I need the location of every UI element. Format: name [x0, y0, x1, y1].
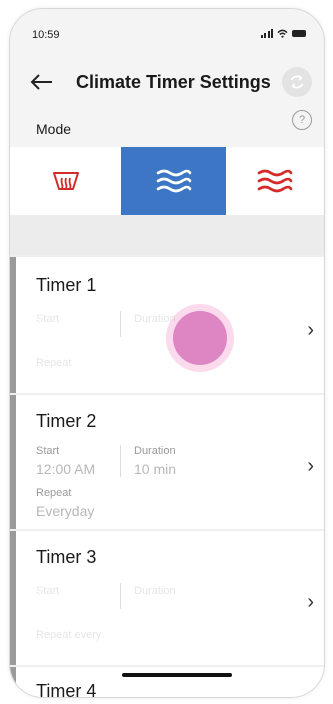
- repeat-label: Repeat every: [36, 629, 102, 641]
- duration-label: Duration: [134, 585, 176, 597]
- chevron-right-icon: ›: [307, 455, 314, 477]
- start-label: Start: [36, 585, 60, 597]
- home-indicator[interactable]: [122, 673, 232, 677]
- start-value: 12:00 AM: [36, 461, 96, 477]
- mode-selector: [10, 147, 324, 215]
- timer-card-3[interactable]: Timer 3 Start Duration Repeat every ›: [10, 531, 324, 665]
- duration-value: 10 min: [134, 461, 177, 477]
- divider: [120, 445, 121, 477]
- timer-card-2[interactable]: Timer 2 Start 12:00 AM Duration 10 min R…: [10, 395, 324, 529]
- wifi-icon: [277, 29, 288, 38]
- header: Climate Timer Settings: [10, 63, 324, 103]
- divider: [120, 583, 121, 609]
- sync-icon: [290, 75, 304, 89]
- back-arrow-icon[interactable]: [28, 69, 54, 95]
- divider: [120, 311, 121, 337]
- heat-waves-icon: [257, 169, 293, 193]
- repeat-label: Repeat: [36, 357, 72, 369]
- battery-icon: [292, 29, 306, 37]
- mode-ventilation-button[interactable]: [121, 147, 226, 215]
- timer-title: Timer 4: [36, 681, 97, 698]
- sync-button[interactable]: [282, 67, 312, 97]
- signal-icon: [260, 28, 273, 38]
- timer-title: Timer 3: [36, 547, 97, 567]
- help-icon[interactable]: ?: [292, 110, 312, 130]
- page-title: Climate Timer Settings: [76, 72, 271, 92]
- status-time: 10:59: [32, 29, 60, 41]
- timer-title: Timer 1: [36, 275, 97, 295]
- start-label: Start: [36, 313, 60, 325]
- mode-heat-button[interactable]: [226, 147, 324, 215]
- defrost-icon: [52, 172, 79, 190]
- transition-strip: [10, 215, 324, 255]
- timer-title: Timer 2: [36, 411, 97, 431]
- mode-label: Mode: [36, 121, 72, 137]
- phone-screen: 10:59 Climate Timer Settings Mode ? Time…: [9, 8, 325, 698]
- timer-card-4[interactable]: Timer 4: [10, 667, 324, 698]
- duration-label: Duration: [134, 445, 176, 457]
- chevron-right-icon: ›: [307, 319, 314, 341]
- chevron-right-icon: ›: [307, 591, 314, 613]
- touch-indicator-dot: [173, 311, 227, 365]
- mode-defrost-button[interactable]: [10, 147, 121, 215]
- air-flow-icon: [156, 169, 191, 193]
- repeat-label: Repeat: [36, 487, 72, 499]
- timer-card-1[interactable]: Timer 1 Start Duration Repeat ›: [10, 257, 324, 393]
- status-icons: [260, 28, 306, 38]
- repeat-value: Everyday: [36, 503, 95, 519]
- start-label: Start: [36, 445, 60, 457]
